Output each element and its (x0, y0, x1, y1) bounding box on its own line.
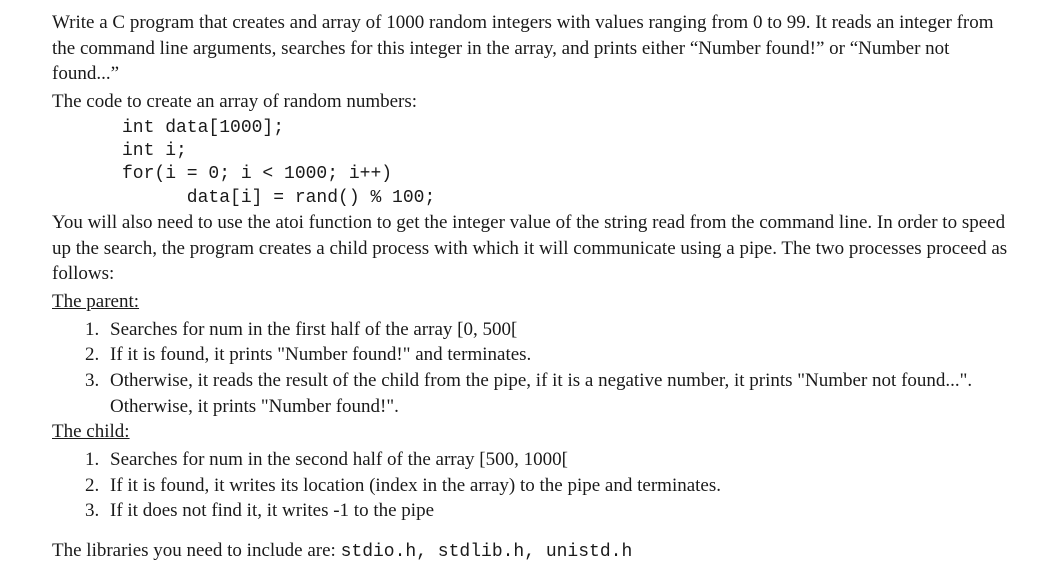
list-item: Otherwise, it reads the result of the ch… (104, 368, 1021, 419)
child-steps-list: Searches for num in the second half of t… (52, 447, 1021, 524)
code-line-3: for(i = 0; i < 1000; i++) (122, 164, 392, 184)
code-line-2: int i; (122, 141, 187, 161)
code-line-1: int data[1000]; (122, 118, 284, 138)
parent-heading-text: The parent: (52, 291, 139, 312)
child-heading: The child: (52, 419, 1021, 445)
list-item: Searches for num in the first half of th… (104, 317, 1021, 343)
intro-paragraph-1: Write a C program that creates and array… (52, 10, 1021, 87)
list-item: If it is found, it writes its location (… (104, 473, 1021, 499)
explanation-paragraph: You will also need to use the atoi funct… (52, 210, 1021, 287)
libraries-prefix: The libraries you need to include are: (52, 540, 341, 561)
list-item: If it is found, it prints "Number found!… (104, 342, 1021, 368)
code-line-4: data[i] = rand() % 100; (122, 188, 435, 208)
list-item: Searches for num in the second half of t… (104, 447, 1021, 473)
parent-steps-list: Searches for num in the first half of th… (52, 317, 1021, 420)
assignment-document: Write a C program that creates and array… (0, 0, 1063, 586)
parent-heading: The parent: (52, 289, 1021, 315)
code-snippet: int data[1000]; int i; for(i = 0; i < 10… (122, 117, 1021, 211)
intro-paragraph-2: The code to create an array of random nu… (52, 89, 1021, 115)
list-item: If it does not find it, it writes -1 to … (104, 498, 1021, 524)
libraries-list: stdio.h, stdlib.h, unistd.h (341, 542, 633, 562)
libraries-line: The libraries you need to include are: s… (52, 538, 1021, 564)
child-heading-text: The child: (52, 421, 130, 442)
